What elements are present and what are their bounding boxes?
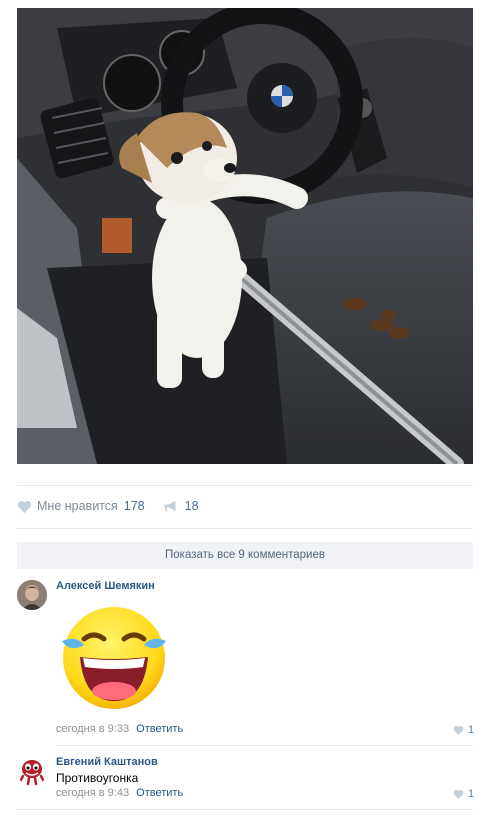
megaphone-icon bbox=[163, 500, 176, 511]
separator bbox=[17, 528, 473, 529]
laughing-tears-emoji bbox=[62, 607, 166, 709]
comment-like-count: 1 bbox=[468, 724, 475, 736]
like-button[interactable]: Мне нравится 178 bbox=[17, 499, 145, 513]
like-count: 178 bbox=[123, 499, 145, 513]
avatar[interactable] bbox=[17, 580, 47, 610]
share-button[interactable]: 18 bbox=[163, 499, 199, 513]
dog-selfie-photo bbox=[17, 8, 473, 464]
mascot-avatar-icon bbox=[17, 756, 47, 786]
separator bbox=[56, 745, 473, 746]
comment-time[interactable]: сегодня в 9:43 bbox=[56, 787, 129, 799]
heart-icon bbox=[17, 500, 32, 513]
user-photo bbox=[17, 580, 47, 610]
post-actions: Мне нравится 178 18 bbox=[17, 497, 199, 515]
comment-like-count: 1 bbox=[468, 788, 475, 800]
comment-meta: сегодня в 9:33 Ответить bbox=[56, 723, 183, 735]
avatar[interactable] bbox=[17, 756, 47, 786]
show-all-comments-button[interactable]: Показать все 9 комментариев bbox=[17, 542, 473, 569]
separator bbox=[17, 809, 473, 810]
comment-author[interactable]: Евгений Каштанов bbox=[56, 756, 158, 768]
share-count: 18 bbox=[184, 499, 199, 513]
post-photo[interactable] bbox=[17, 8, 473, 464]
comment-meta: сегодня в 9:43 Ответить bbox=[56, 787, 183, 799]
comment-time[interactable]: сегодня в 9:33 bbox=[56, 723, 129, 735]
like-label: Мне нравится bbox=[37, 499, 118, 513]
reply-button[interactable]: Ответить bbox=[136, 723, 183, 735]
comment-like-button[interactable]: 1 bbox=[453, 724, 474, 736]
reply-button[interactable]: Ответить bbox=[136, 787, 183, 799]
heart-icon bbox=[453, 789, 464, 799]
separator bbox=[17, 485, 473, 486]
heart-icon bbox=[453, 725, 464, 735]
comment-like-button[interactable]: 1 bbox=[453, 788, 474, 800]
comment-text: Противоугонка bbox=[56, 771, 139, 785]
comment-author[interactable]: Алексей Шемякин bbox=[56, 580, 155, 592]
